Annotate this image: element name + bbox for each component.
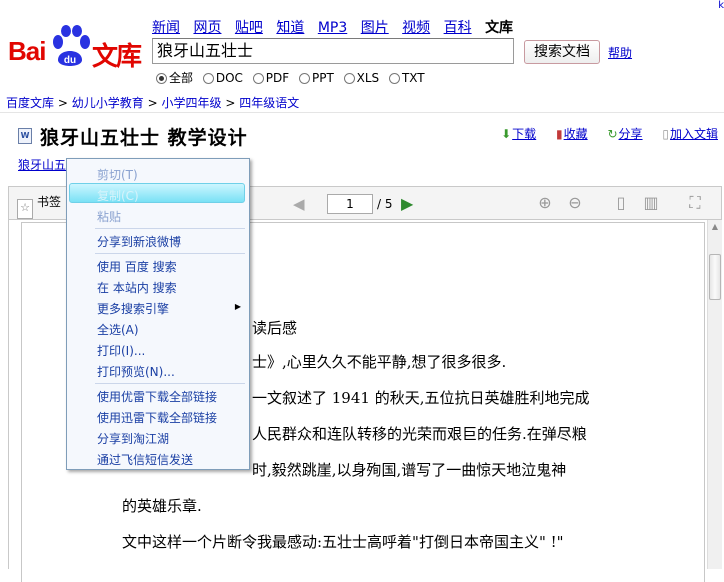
scroll-up-icon[interactable]: ▲ <box>710 222 720 232</box>
nav-item-news[interactable]: 新闻 <box>152 20 180 36</box>
download-button[interactable]: ⬇下载 <box>493 127 536 141</box>
search-input[interactable]: 狼牙山五壮士 <box>152 38 514 64</box>
menu-item-share-taojianghu[interactable]: 分享到淘江湖 <box>97 430 169 447</box>
paw-icon: du <box>53 25 90 66</box>
download-arrow-icon: ⬇ <box>501 127 512 141</box>
menu-item-copy[interactable]: 复制(C) <box>97 187 139 204</box>
radio-icon <box>343 73 355 84</box>
menu-item-youlei-download[interactable]: 使用优雷下载全部链接 <box>97 388 217 405</box>
menu-item-select-all[interactable]: 全选(A) <box>97 321 139 338</box>
bookmark-star-icon: ☆ <box>17 199 33 219</box>
nav-item-baike[interactable]: 百科 <box>444 20 472 36</box>
menu-item-paste[interactable]: 粘贴 <box>97 208 121 225</box>
logo-du-text: du <box>64 55 76 66</box>
logo-wenku-text: 文库 <box>92 42 142 72</box>
next-page-icon[interactable]: ▶ <box>401 194 413 213</box>
double-page-view-icon[interactable]: ▥ <box>641 193 661 213</box>
filter-ppt[interactable]: PPT <box>298 71 334 85</box>
doc-line: 时,毅然跳崖,以身殉国,谱写了一曲惊天地泣鬼神 <box>252 461 567 479</box>
menu-item-print-preview[interactable]: 打印预览(N)... <box>97 363 175 380</box>
submenu-arrow-icon: ▶ <box>234 302 241 311</box>
favorite-button[interactable]: ▮收藏 <box>548 127 588 141</box>
menu-item-xunlei-download[interactable]: 使用迅雷下载全部链接 <box>97 409 217 426</box>
menu-separator <box>95 253 245 254</box>
breadcrumb-item[interactable]: 四年级语文 <box>239 96 299 110</box>
single-page-view-icon[interactable]: ▯ <box>611 193 631 213</box>
zoom-out-icon[interactable]: ⊖ <box>565 193 585 213</box>
share-icon: ↻ <box>607 127 618 141</box>
doc-line: 人民群众和连队转移的光荣而艰巨的任务.在弹尽粮 <box>252 425 587 443</box>
share-button[interactable]: ↻分享 <box>599 127 642 141</box>
page-number-input[interactable]: 1 <box>327 194 373 214</box>
zoom-in-icon[interactable]: ⊕ <box>535 193 555 213</box>
menu-separator <box>95 228 245 229</box>
file-type-filters: 全部 DOC PDF PPT XLS TXT <box>156 69 431 86</box>
top-nav: 新闻 网页 贴吧 知道 MP3 图片 视频 百科 文库 <box>152 17 522 37</box>
scrollbar-thumb[interactable] <box>709 254 721 300</box>
breadcrumb: 百度文库 > 幼儿小学教育 > 小学四年级 > 四年级语文 <box>6 94 299 111</box>
prev-page-icon[interactable]: ◀ <box>293 195 305 213</box>
menu-item-fetion-sms[interactable]: 通过飞信短信发送 <box>97 451 193 468</box>
doc-line: 文中这样一个片断令我最感动:五壮士高呼着"打倒日本帝国主义" !" <box>122 533 564 551</box>
menu-item-print[interactable]: 打印(I)... <box>97 342 145 359</box>
nav-item-video[interactable]: 视频 <box>402 20 430 36</box>
nav-item-mp3[interactable]: MP3 <box>318 20 347 36</box>
search-docs-button[interactable]: 搜索文档 <box>524 40 600 64</box>
page-title: 狼牙山五壮士 教学设计 <box>40 127 248 149</box>
corner-link[interactable]: k <box>718 0 724 11</box>
help-link[interactable]: 帮助 <box>608 44 632 61</box>
menu-item-cut[interactable]: 剪切(T) <box>97 166 138 183</box>
divider <box>0 112 724 113</box>
baidu-wenku-logo[interactable]: Bai du 文库 <box>8 22 144 72</box>
context-menu: 剪切(T) 复制(C) 粘贴 分享到新浪微博 使用 百度 搜索 在 本站内 搜索… <box>66 158 250 470</box>
logo-bai-text: Bai <box>8 36 46 66</box>
vertical-scrollbar[interactable]: ▲ <box>707 220 722 569</box>
radio-selected-icon <box>156 73 167 84</box>
add-collection-icon: ▯ <box>662 127 669 141</box>
breadcrumb-item[interactable]: 小学四年级 <box>161 96 221 110</box>
menu-item-baidu-search[interactable]: 使用 百度 搜索 <box>97 258 177 275</box>
bookmark-button[interactable]: ☆ 书签 <box>17 193 61 219</box>
radio-icon <box>252 73 264 84</box>
filter-xls[interactable]: XLS <box>343 71 379 85</box>
doc-actions: ⬇下载 ▮收藏 ↻分享 ▯加入文辑 <box>485 125 718 142</box>
breadcrumb-separator: > <box>147 96 158 110</box>
filter-txt[interactable]: TXT <box>388 71 425 85</box>
radio-icon <box>388 73 400 84</box>
breadcrumb-separator: > <box>225 96 236 110</box>
radio-icon <box>202 73 214 84</box>
filter-pdf[interactable]: PDF <box>252 71 289 85</box>
favorite-icon: ▮ <box>556 127 563 141</box>
nav-item-images[interactable]: 图片 <box>361 20 389 36</box>
breadcrumb-item[interactable]: 幼儿小学教育 <box>72 96 144 110</box>
filter-doc[interactable]: DOC <box>202 71 243 85</box>
nav-item-web[interactable]: 网页 <box>193 20 221 36</box>
doc-line: 士》,心里久久不能平静,想了很多很多. <box>252 353 507 371</box>
nav-item-zhidao[interactable]: 知道 <box>276 20 304 36</box>
menu-item-more-engines[interactable]: 更多搜索引擎 <box>97 300 169 317</box>
menu-highlight <box>69 183 245 203</box>
breadcrumb-item[interactable]: 百度文库 <box>6 96 54 110</box>
word-doc-icon: W <box>18 128 32 144</box>
breadcrumb-separator: > <box>57 96 68 110</box>
menu-item-share-weibo[interactable]: 分享到新浪微博 <box>97 233 181 250</box>
radio-icon <box>298 73 310 84</box>
page-total: / 5 <box>377 197 393 211</box>
filter-all[interactable]: 全部 <box>156 71 193 85</box>
fullscreen-icon[interactable]: ⛶ <box>685 193 705 213</box>
doc-line: 读后感 <box>252 319 298 337</box>
nav-item-wenku-current: 文库 <box>485 20 514 36</box>
doc-sub-link[interactable]: 狼牙山五 <box>18 156 66 173</box>
doc-line: 一文叙述了 1941 的秋天,五位抗日英雄胜利地完成 <box>252 389 590 407</box>
add-to-collection-button[interactable]: ▯加入文辑 <box>654 127 718 141</box>
menu-separator <box>95 383 245 384</box>
nav-item-tieba[interactable]: 贴吧 <box>235 20 263 36</box>
menu-item-site-search[interactable]: 在 本站内 搜索 <box>97 279 177 296</box>
doc-line: 的英雄乐章. <box>122 497 202 515</box>
